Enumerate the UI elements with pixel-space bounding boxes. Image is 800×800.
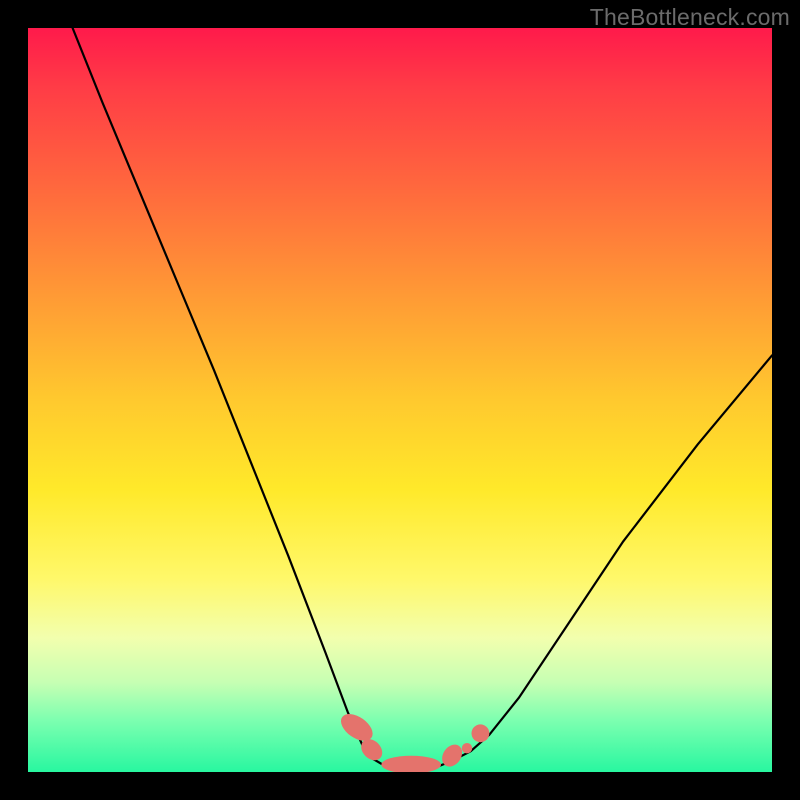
valley-marker: [462, 743, 472, 753]
watermark-text: TheBottleneck.com: [590, 4, 790, 31]
valley-marker: [381, 756, 441, 772]
valley-marker: [472, 724, 490, 742]
bottleneck-curve-svg: [28, 28, 772, 772]
chart-frame: TheBottleneck.com: [0, 0, 800, 800]
curve-lines: [73, 28, 772, 768]
bottleneck-curve: [73, 28, 772, 768]
plot-area: [28, 28, 772, 772]
